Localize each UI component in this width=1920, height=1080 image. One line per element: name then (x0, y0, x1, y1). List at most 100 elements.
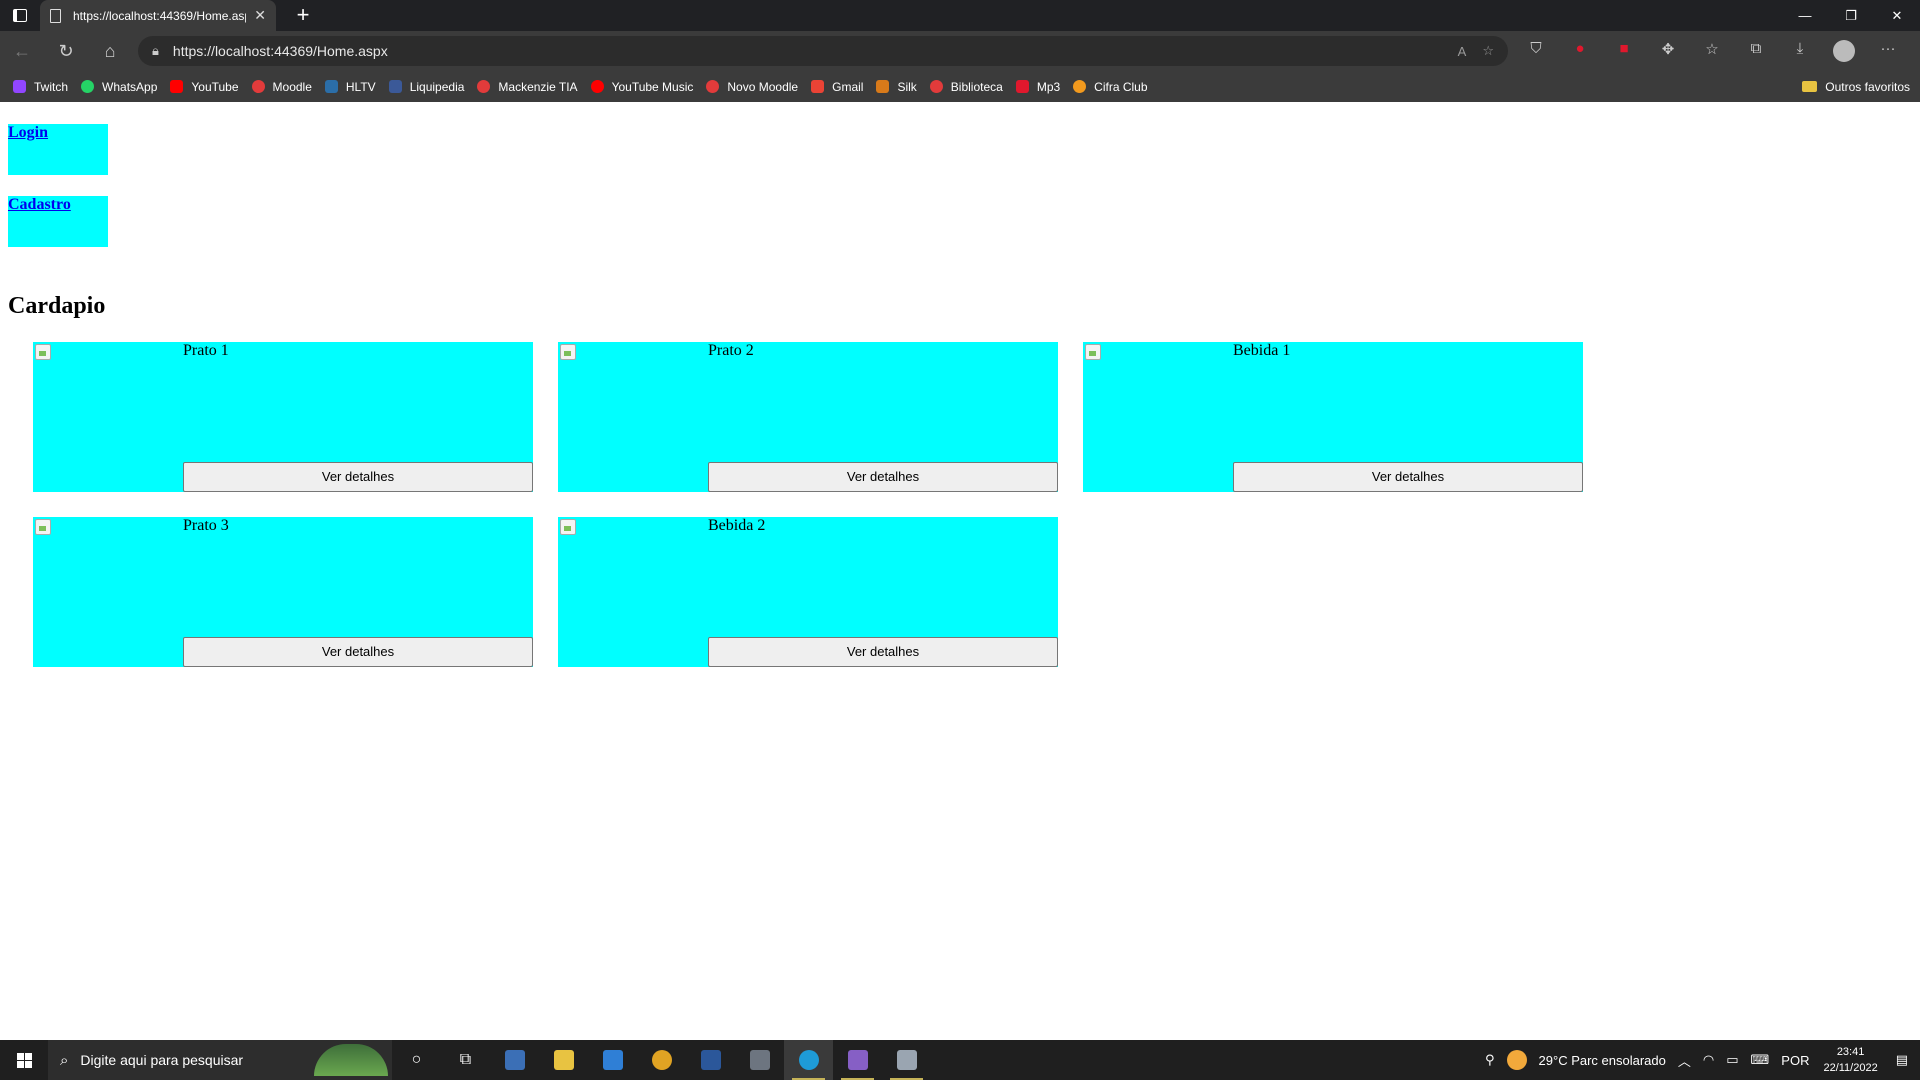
visual-studio-icon[interactable] (833, 1040, 882, 1080)
collections-icon[interactable]: ⧉ (1734, 40, 1778, 62)
bookmark-youtube-music[interactable]: YouTube Music (590, 80, 693, 94)
clock-date: 22/11/2022 (1823, 1062, 1878, 1074)
downloads-icon[interactable]: ⤓ (1778, 40, 1822, 62)
bookmark-moodle[interactable]: Moodle (251, 80, 312, 94)
browser-toolbar: ← ↻ ⌂ 🔒︎ https://localhost:44369/Home.as… (0, 31, 1920, 71)
login-link[interactable]: Login (8, 124, 48, 142)
item-name: Bebida 2 (708, 517, 766, 534)
bookmark-mackenzie[interactable]: Mackenzie TIA (477, 80, 578, 94)
address-bar[interactable]: 🔒︎ https://localhost:44369/Home.aspx A ☆ (138, 36, 1508, 66)
broken-image-icon (560, 519, 576, 535)
view-details-button[interactable]: Ver detalhes (708, 637, 1058, 667)
page-title: Cardapio (8, 293, 106, 319)
download-icon (1015, 80, 1029, 93)
item-image (33, 517, 183, 667)
search-icon: ⌕ (60, 1051, 69, 1069)
read-aloud-icon[interactable]: A (1458, 44, 1467, 59)
search-placeholder: Digite aqui para pesquisar (80, 1052, 244, 1068)
weather-text[interactable]: 29°C Parc ensolarado (1539, 1053, 1666, 1068)
view-details-button[interactable]: Ver detalhes (708, 462, 1058, 492)
keyboard-icon[interactable]: ⌨ (1751, 1052, 1770, 1068)
start-button[interactable] (0, 1040, 48, 1080)
view-details-button[interactable]: Ver detalhes (183, 637, 533, 667)
bookmark-silk[interactable]: Silk (876, 80, 917, 94)
language-indicator[interactable]: POR (1781, 1053, 1809, 1068)
item-image (558, 517, 708, 667)
shield-extension-icon[interactable]: ⛉ (1514, 40, 1558, 62)
broken-image-icon (560, 344, 576, 360)
menu-item-card: Prato 1 Ver detalhes (33, 342, 533, 492)
file-explorer-icon[interactable] (539, 1040, 588, 1080)
login-box: Login (8, 124, 108, 175)
bookmark-novo-moodle[interactable]: Novo Moodle (706, 80, 798, 94)
item-image (33, 342, 183, 492)
weather-icon[interactable] (1506, 1050, 1527, 1070)
app-icon[interactable] (882, 1040, 931, 1080)
taskbar-search[interactable]: ⌕ Digite aqui para pesquisar (48, 1040, 392, 1080)
close-tab-icon[interactable]: ✕ (254, 7, 266, 24)
minimize-icon[interactable]: — (1782, 0, 1828, 31)
cadastro-link[interactable]: Cadastro (8, 196, 71, 214)
cortana-icon[interactable]: ○ (392, 1040, 441, 1080)
bookmarks-bar: Twitch WhatsApp YouTube Moodle HLTV Liqu… (0, 71, 1920, 102)
lock-icon[interactable]: 🔒︎ (152, 43, 159, 59)
profile-avatar[interactable] (1833, 40, 1855, 62)
edge-icon[interactable] (784, 1040, 833, 1080)
task-view-icon[interactable]: ⧉ (441, 1040, 490, 1080)
moodle-icon (251, 80, 265, 93)
clock-time: 23:41 (1836, 1046, 1865, 1058)
back-icon[interactable]: ← (0, 41, 44, 62)
people-icon[interactable]: ⚲ (1485, 1052, 1495, 1068)
extension-icon[interactable]: ■ (1602, 40, 1646, 62)
bookmark-biblioteca[interactable]: Biblioteca (929, 80, 1003, 94)
close-window-icon[interactable]: ✕ (1874, 0, 1920, 31)
bookmark-liquipedia[interactable]: Liquipedia (388, 80, 464, 94)
calculator-icon[interactable] (490, 1040, 539, 1080)
view-details-button[interactable]: Ver detalhes (183, 462, 533, 492)
bookmark-youtube[interactable]: YouTube (170, 80, 239, 94)
item-image (558, 342, 708, 492)
extensions-icon[interactable]: ✥ (1646, 40, 1690, 62)
page-icon (50, 8, 61, 23)
item-name: Prato 3 (183, 517, 229, 534)
bookmark-gmail[interactable]: Gmail (811, 80, 863, 94)
favorites-icon[interactable]: ☆ (1690, 40, 1734, 62)
bookmark-whatsapp[interactable]: WhatsApp (81, 80, 157, 94)
notifications-icon[interactable]: ▤ (1896, 1052, 1908, 1068)
paint-icon[interactable] (588, 1040, 637, 1080)
home-icon[interactable]: ⌂ (88, 41, 132, 62)
browser-titlebar: https://localhost:44369/Home.aspx ✕ + — … (0, 0, 1920, 31)
bookmark-other-favorites[interactable]: Outros favoritos (1802, 80, 1910, 94)
opera-extension-icon[interactable]: ● (1558, 40, 1602, 62)
tab-actions-icon[interactable] (0, 0, 40, 31)
camera-icon[interactable] (735, 1040, 784, 1080)
moodle-icon (706, 80, 720, 93)
url-text[interactable]: https://localhost:44369/Home.aspx (173, 43, 1442, 59)
battery-icon[interactable]: ▭ (1726, 1052, 1738, 1068)
bookmark-mp3[interactable]: Mp3 (1015, 80, 1060, 94)
chevron-up-icon[interactable]: ︿ (1678, 1051, 1691, 1070)
folder-icon (1802, 81, 1818, 92)
clock[interactable]: 23:41 22/11/2022 (1823, 1044, 1877, 1076)
menu-item-card: Prato 3 Ver detalhes (33, 517, 533, 667)
item-name: Prato 1 (183, 342, 229, 359)
bookmark-cifra-club[interactable]: Cifra Club (1073, 80, 1148, 94)
view-details-button[interactable]: Ver detalhes (1233, 462, 1583, 492)
network-icon[interactable]: ◠ (1703, 1052, 1714, 1068)
menu-item-card: Prato 2 Ver detalhes (558, 342, 1058, 492)
item-name: Prato 2 (708, 342, 754, 359)
refresh-icon[interactable]: ↻ (44, 41, 88, 62)
broken-image-icon (1085, 344, 1101, 360)
new-tab-button[interactable]: + (288, 0, 318, 31)
word-icon[interactable] (686, 1040, 735, 1080)
restore-icon[interactable]: ❐ (1828, 0, 1874, 31)
whatsapp-icon (81, 80, 95, 93)
windows-taskbar: ⌕ Digite aqui para pesquisar ○ ⧉ ⚲ 29°C … (0, 1040, 1920, 1080)
bookmark-twitch[interactable]: Twitch (13, 80, 68, 94)
more-icon[interactable]: ··· (1866, 40, 1910, 62)
bookmark-hltv[interactable]: HLTV (324, 80, 376, 94)
menu-item-card: Bebida 1 Ver detalhes (1083, 342, 1583, 492)
add-favorite-icon[interactable]: ☆ (1482, 43, 1494, 59)
browser-tab-home[interactable]: https://localhost:44369/Home.aspx ✕ (40, 0, 276, 31)
chrome-icon[interactable] (637, 1040, 686, 1080)
